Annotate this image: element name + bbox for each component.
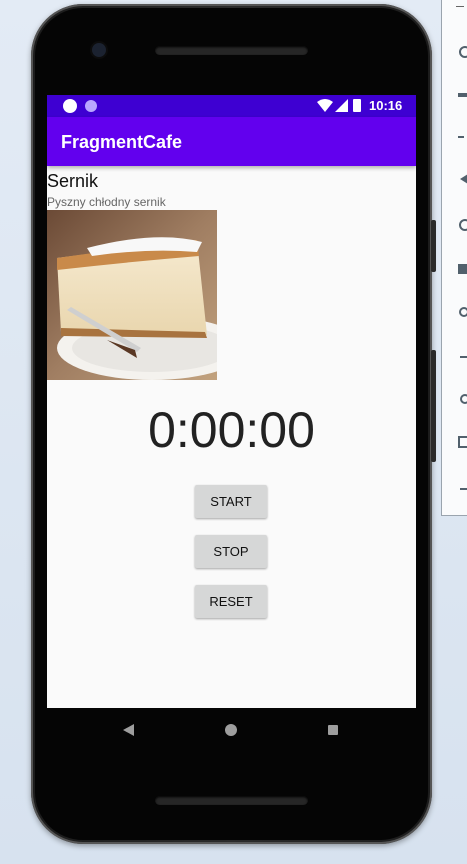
notification-icon-2 bbox=[85, 100, 97, 112]
rotate-left-icon[interactable] bbox=[458, 172, 467, 186]
front-camera bbox=[92, 43, 106, 57]
home-icon[interactable] bbox=[225, 724, 237, 736]
back-icon[interactable] bbox=[123, 724, 134, 736]
volume-down-icon[interactable] bbox=[458, 130, 467, 144]
zoom-icon[interactable] bbox=[458, 306, 467, 320]
notification-icon bbox=[63, 99, 77, 113]
minimize-icon[interactable] bbox=[456, 6, 464, 7]
cake-title: Sernik bbox=[47, 171, 99, 191]
rotate-right-icon[interactable] bbox=[458, 218, 467, 232]
start-button[interactable]: START bbox=[195, 485, 267, 518]
status-bar: 10:16 bbox=[47, 95, 416, 117]
power-icon[interactable] bbox=[458, 44, 467, 58]
cake-image bbox=[47, 210, 217, 380]
power-key[interactable] bbox=[431, 220, 436, 272]
stop-button[interactable]: STOP bbox=[195, 535, 267, 568]
more-icon[interactable] bbox=[458, 482, 467, 496]
device-screen: 10:16 FragmentCafe Sernik Pyszny chłodny… bbox=[47, 95, 416, 708]
back-icon[interactable] bbox=[458, 350, 467, 364]
bottom-speaker bbox=[155, 796, 308, 805]
overview-icon[interactable] bbox=[458, 436, 467, 450]
status-time: 10:16 bbox=[369, 98, 403, 113]
stopwatch-time: 0:00:00 bbox=[148, 402, 315, 458]
home-icon[interactable] bbox=[458, 392, 467, 406]
volume-key[interactable] bbox=[431, 350, 436, 462]
signal-icon bbox=[335, 99, 348, 112]
reset-button[interactable]: RESET bbox=[195, 585, 267, 618]
battery-icon bbox=[353, 99, 361, 112]
recents-icon[interactable] bbox=[328, 725, 338, 735]
camera-icon[interactable] bbox=[458, 262, 467, 276]
emulator-side-toolbar bbox=[441, 0, 467, 516]
app-title: FragmentCafe bbox=[61, 132, 183, 152]
volume-up-icon[interactable] bbox=[458, 88, 467, 102]
app-bar: FragmentCafe bbox=[47, 117, 416, 166]
top-speaker bbox=[155, 46, 308, 55]
navigation-bar bbox=[47, 708, 416, 752]
cake-description: Pyszny chłodny sernik bbox=[47, 195, 166, 209]
wifi-icon bbox=[317, 99, 333, 112]
